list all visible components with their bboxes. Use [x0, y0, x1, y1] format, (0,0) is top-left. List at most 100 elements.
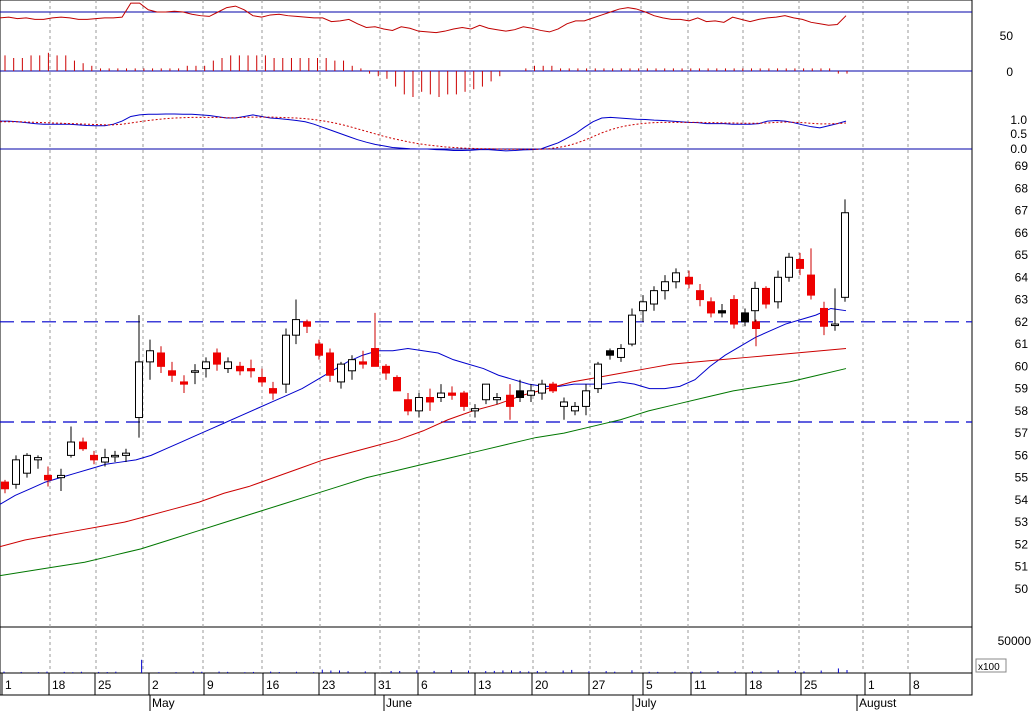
candle-body	[168, 370, 176, 376]
vertical-gridlines	[49, 0, 909, 673]
candle-body	[807, 274, 815, 296]
candle-body	[371, 348, 379, 367]
candle-body	[247, 368, 255, 372]
candle-body	[57, 474, 65, 479]
candle-body	[236, 365, 244, 372]
rsi-tick-50: 50	[1000, 29, 1014, 43]
price-tick-label: 61	[1015, 337, 1029, 351]
price-tick-label: 54	[1015, 493, 1029, 507]
price-tick-label: 50	[1015, 582, 1029, 596]
candle-body	[44, 474, 52, 481]
candle-body	[348, 359, 356, 372]
price-tick-label: 59	[1015, 382, 1029, 396]
candle-body	[315, 343, 323, 356]
candle-body	[23, 454, 31, 474]
candle-body	[549, 383, 557, 392]
candle-body	[448, 392, 456, 396]
macd-signal-line	[0, 116, 847, 150]
candle-body	[382, 365, 390, 374]
candle-body	[707, 301, 715, 314]
candle-body	[90, 454, 98, 461]
candle-body	[617, 348, 625, 358]
price-tick-label: 57	[1015, 426, 1029, 440]
candle-body	[101, 457, 109, 463]
day-tick-label: 11	[694, 678, 707, 692]
candle-body	[67, 441, 75, 456]
candle-body	[538, 383, 546, 394]
volume-tick-50000: 50000	[998, 634, 1032, 648]
candle-body	[820, 307, 828, 327]
month-label: June	[386, 696, 412, 710]
volume-panel: 50000 x100	[3, 634, 1032, 673]
day-tick-label: 23	[322, 678, 336, 692]
candle-body	[730, 299, 738, 325]
candle-body	[582, 390, 590, 407]
day-tick-label: 8	[913, 678, 920, 692]
candle-body	[639, 301, 647, 312]
candle-body	[571, 405, 579, 412]
day-tick-label: 2	[152, 678, 159, 692]
candle-body	[506, 394, 514, 407]
price-tick-label: 62	[1015, 315, 1029, 329]
day-tick-label: 18	[749, 678, 763, 692]
candle-body	[460, 392, 468, 407]
rsi-line	[0, 2, 847, 34]
candle-body	[282, 334, 290, 385]
candle-body	[661, 281, 669, 292]
candle-body	[1, 481, 9, 490]
price-tick-label: 68	[1015, 181, 1029, 195]
candle-body	[404, 399, 412, 412]
candle-body	[471, 408, 479, 412]
price-panel: 69 68 67 66 65 64 63 62 61 60 59 58 57 56 55 54 53 52 51 50	[0, 159, 1028, 596]
price-tick-label: 67	[1015, 204, 1029, 218]
macd-tick-1.0: 1.0	[1010, 113, 1027, 127]
candle-body	[437, 392, 445, 399]
candle-body	[752, 321, 760, 329]
panel-frames	[0, 0, 973, 696]
candle-body	[560, 401, 568, 407]
volume-scale-label: x100	[978, 662, 1000, 673]
candle-body	[180, 381, 188, 385]
candle-body	[393, 376, 401, 392]
candle-body	[213, 352, 221, 365]
price-tick-label: 63	[1015, 293, 1029, 307]
candle-body	[594, 363, 602, 390]
month-label: July	[635, 696, 656, 710]
candle-body	[191, 370, 199, 373]
price-tick-label: 56	[1015, 448, 1029, 462]
day-tick-label: 6	[421, 678, 428, 692]
candle-body	[672, 272, 680, 283]
candle-body	[337, 363, 345, 383]
price-tick-label: 52	[1015, 537, 1029, 551]
macd-tick-0.0: 0.0	[1010, 142, 1027, 156]
candle-body	[426, 397, 434, 403]
candle-body	[751, 287, 759, 312]
candle-body	[606, 350, 614, 356]
candle-body	[841, 212, 849, 298]
price-tick-label: 55	[1015, 471, 1029, 485]
macd-tick-0.5: 0.5	[1010, 127, 1027, 141]
x-axis: 1 18 25 2 9 16 23 31 6 13 20 27 5 11 18 25 1 8May June July…	[1, 673, 920, 711]
day-tick-label: 27	[592, 678, 606, 692]
candle-body	[292, 319, 300, 336]
month-label: August	[859, 696, 897, 710]
price-tick-label: 53	[1015, 515, 1029, 529]
candle-body	[34, 457, 42, 461]
candle-body	[111, 454, 119, 458]
candle-body	[122, 452, 130, 456]
candle-body	[202, 361, 210, 370]
price-tick-label: 51	[1015, 560, 1029, 574]
candle-body	[785, 256, 793, 278]
candle-body	[628, 314, 636, 345]
candle-body	[258, 376, 266, 383]
day-tick-label: 20	[535, 678, 549, 692]
day-tick-label: 9	[207, 678, 214, 692]
candle-body	[12, 459, 20, 485]
price-tick-label: 58	[1015, 404, 1029, 418]
day-tick-label: 18	[52, 678, 66, 692]
candle-body	[774, 276, 782, 303]
day-tick-label: 1	[5, 678, 12, 692]
candle-body	[79, 441, 87, 450]
macd-line	[0, 113, 847, 152]
price-tick-label: 64	[1015, 270, 1029, 284]
